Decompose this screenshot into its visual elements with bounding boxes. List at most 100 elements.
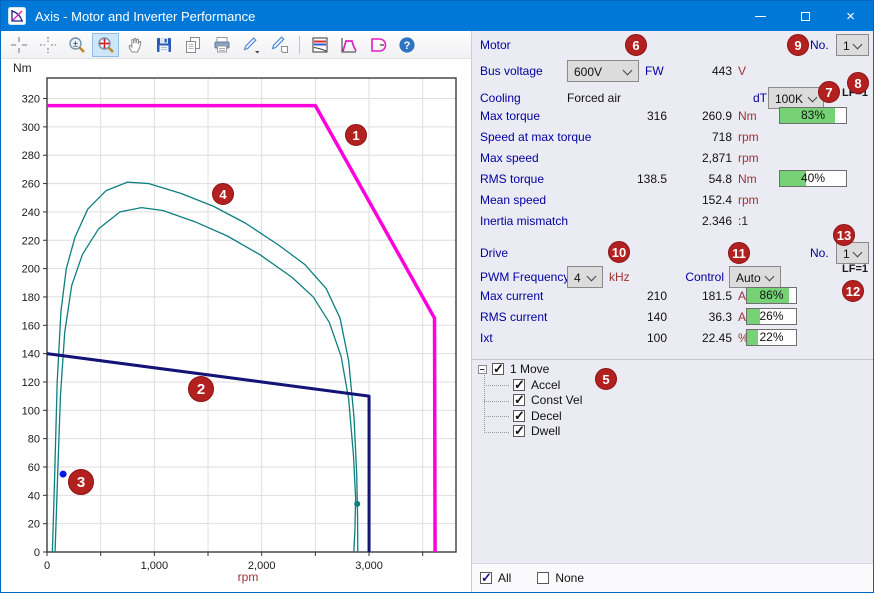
- metric-label: Inertia mismatch: [480, 214, 568, 228]
- torque-speed-chart-button[interactable]: [306, 33, 333, 57]
- zoom-extents-tool-button[interactable]: [92, 33, 119, 57]
- annotation-badge-12: 12: [842, 280, 864, 302]
- pwm-frequency-select[interactable]: 4: [567, 266, 603, 288]
- metric-label: RMS current: [480, 310, 547, 324]
- annotation-badge-9: 9: [787, 34, 809, 56]
- toolbar-separator: [299, 36, 300, 54]
- svg-text:260: 260: [22, 179, 40, 191]
- metric-label: Speed at max torque: [480, 130, 591, 144]
- metric-value: 22.45: [683, 331, 732, 345]
- metric-unit: A: [738, 310, 746, 324]
- profile-chart-button[interactable]: [335, 33, 362, 57]
- motor-no-label: No.: [810, 38, 829, 52]
- metric-unit: rpm: [738, 193, 759, 207]
- svg-text:240: 240: [22, 207, 40, 219]
- svg-text:160: 160: [22, 320, 40, 332]
- svg-text:0: 0: [44, 560, 50, 572]
- titlebar: Axis - Motor and Inverter Performance ×: [1, 1, 873, 31]
- annotate-tool-button[interactable]: [266, 33, 293, 57]
- bus-voltage-select[interactable]: 600V: [567, 60, 639, 82]
- minimize-button[interactable]: [738, 1, 783, 31]
- metric-limit: 140: [612, 310, 667, 324]
- help-button[interactable]: ?: [393, 33, 420, 57]
- pan-hand-icon: [125, 35, 145, 55]
- metric-unit: Nm: [738, 172, 757, 186]
- drive-section-header: Drive No. 1: [472, 243, 873, 263]
- cooling-value: Forced air: [567, 91, 621, 105]
- metric-value: 54.8: [683, 172, 732, 186]
- print-button[interactable]: [208, 33, 235, 57]
- accel-checkbox[interactable]: [513, 379, 525, 391]
- rms-torque-row: RMS torque 138.5 54.8 Nm 40%: [472, 169, 873, 189]
- chevron-down-icon: [623, 66, 633, 76]
- move-tree: 1 Move Accel Const Vel Decel Dwell: [478, 361, 582, 439]
- help-icon: ?: [397, 35, 417, 55]
- selection-footer: All None: [472, 563, 873, 592]
- motor-number-select[interactable]: 1: [836, 34, 869, 56]
- annotation-badge-5: 5: [595, 368, 617, 390]
- rms-current-row: RMS current 140 36.3 A 26%: [472, 307, 873, 327]
- toolbar: ±: [1, 31, 471, 59]
- svg-text:0: 0: [34, 547, 40, 559]
- motor-view-button[interactable]: [364, 33, 391, 57]
- metric-label: Ixt: [480, 331, 493, 345]
- maximize-button[interactable]: [783, 1, 828, 31]
- zoom-tool-button[interactable]: ±: [63, 33, 90, 57]
- pencil-note-icon: [270, 35, 290, 55]
- edit-tool-button[interactable]: [237, 33, 264, 57]
- svg-text:±: ±: [73, 38, 78, 48]
- none-checkbox[interactable]: [537, 572, 549, 584]
- metric-label: RMS torque: [480, 172, 544, 186]
- max-torque-row: Max torque 316 260.9 Nm 83%: [472, 106, 873, 126]
- metric-label: Max current: [480, 289, 543, 303]
- metric-value: 2.346: [683, 214, 732, 228]
- annotation-badge-11: 11: [728, 242, 750, 264]
- metric-limit: 316: [612, 109, 667, 123]
- annotation-badge-7: 7: [818, 81, 840, 103]
- metric-label: Max speed: [480, 151, 539, 165]
- crosshair-tool-button[interactable]: [5, 33, 32, 57]
- app-icon: [8, 7, 26, 25]
- svg-text:320: 320: [22, 94, 40, 106]
- metric-value: 36.3: [683, 310, 732, 324]
- annotation-badge-10: 10: [608, 241, 630, 263]
- close-button[interactable]: ×: [828, 1, 873, 31]
- cooling-row: Cooling Forced air dT 100K: [472, 88, 873, 108]
- annotation-badge-2: 2: [188, 376, 214, 402]
- rms-torque-utilization-bar: 40%: [779, 170, 847, 187]
- save-floppy-icon: [154, 35, 174, 55]
- move-tree-item[interactable]: Dwell: [491, 424, 582, 440]
- inertia-mismatch-row: Inertia mismatch 2.346 :1: [472, 211, 873, 231]
- decel-checkbox[interactable]: [513, 410, 525, 422]
- pan-tool-button[interactable]: [121, 33, 148, 57]
- control-mode-select[interactable]: Auto: [729, 266, 781, 288]
- parameters-panel: Motor No. 1 LF=1 Bus voltage 600V FW 443…: [471, 31, 873, 592]
- copy-button[interactable]: [179, 33, 206, 57]
- torque-speed-chart-icon: [310, 35, 330, 55]
- dwell-checkbox[interactable]: [513, 425, 525, 437]
- section-divider: [472, 359, 873, 360]
- none-label: None: [555, 571, 584, 585]
- speed-at-max-torque-row: Speed at max torque 718 rpm: [472, 127, 873, 147]
- svg-text:120: 120: [22, 377, 40, 389]
- metric-unit: A: [738, 289, 746, 303]
- svg-text:3,000: 3,000: [355, 560, 383, 572]
- annotation-badge-13: 13: [833, 224, 855, 246]
- save-button[interactable]: [150, 33, 177, 57]
- svg-text:rpm: rpm: [238, 570, 259, 584]
- metric-limit: 210: [612, 289, 667, 303]
- copy-icon: [183, 35, 203, 55]
- crosshair-icon: [9, 35, 29, 55]
- pwm-frequency-unit: kHz: [609, 270, 630, 284]
- accel-label: Accel: [531, 378, 560, 392]
- all-checkbox[interactable]: [480, 572, 492, 584]
- profile-chart-icon: [339, 35, 359, 55]
- const-vel-checkbox[interactable]: [513, 394, 525, 406]
- metric-unit: :1: [738, 214, 748, 228]
- const-vel-label: Const Vel: [531, 393, 582, 407]
- torque-speed-chart[interactable]: 01,0002,0003,000020406080100120140160180…: [1, 59, 471, 593]
- print-icon: [212, 35, 232, 55]
- crosshair-dashed-tool-button[interactable]: [34, 33, 61, 57]
- annotation-badge-1: 1: [345, 124, 367, 146]
- svg-text:280: 280: [22, 150, 40, 162]
